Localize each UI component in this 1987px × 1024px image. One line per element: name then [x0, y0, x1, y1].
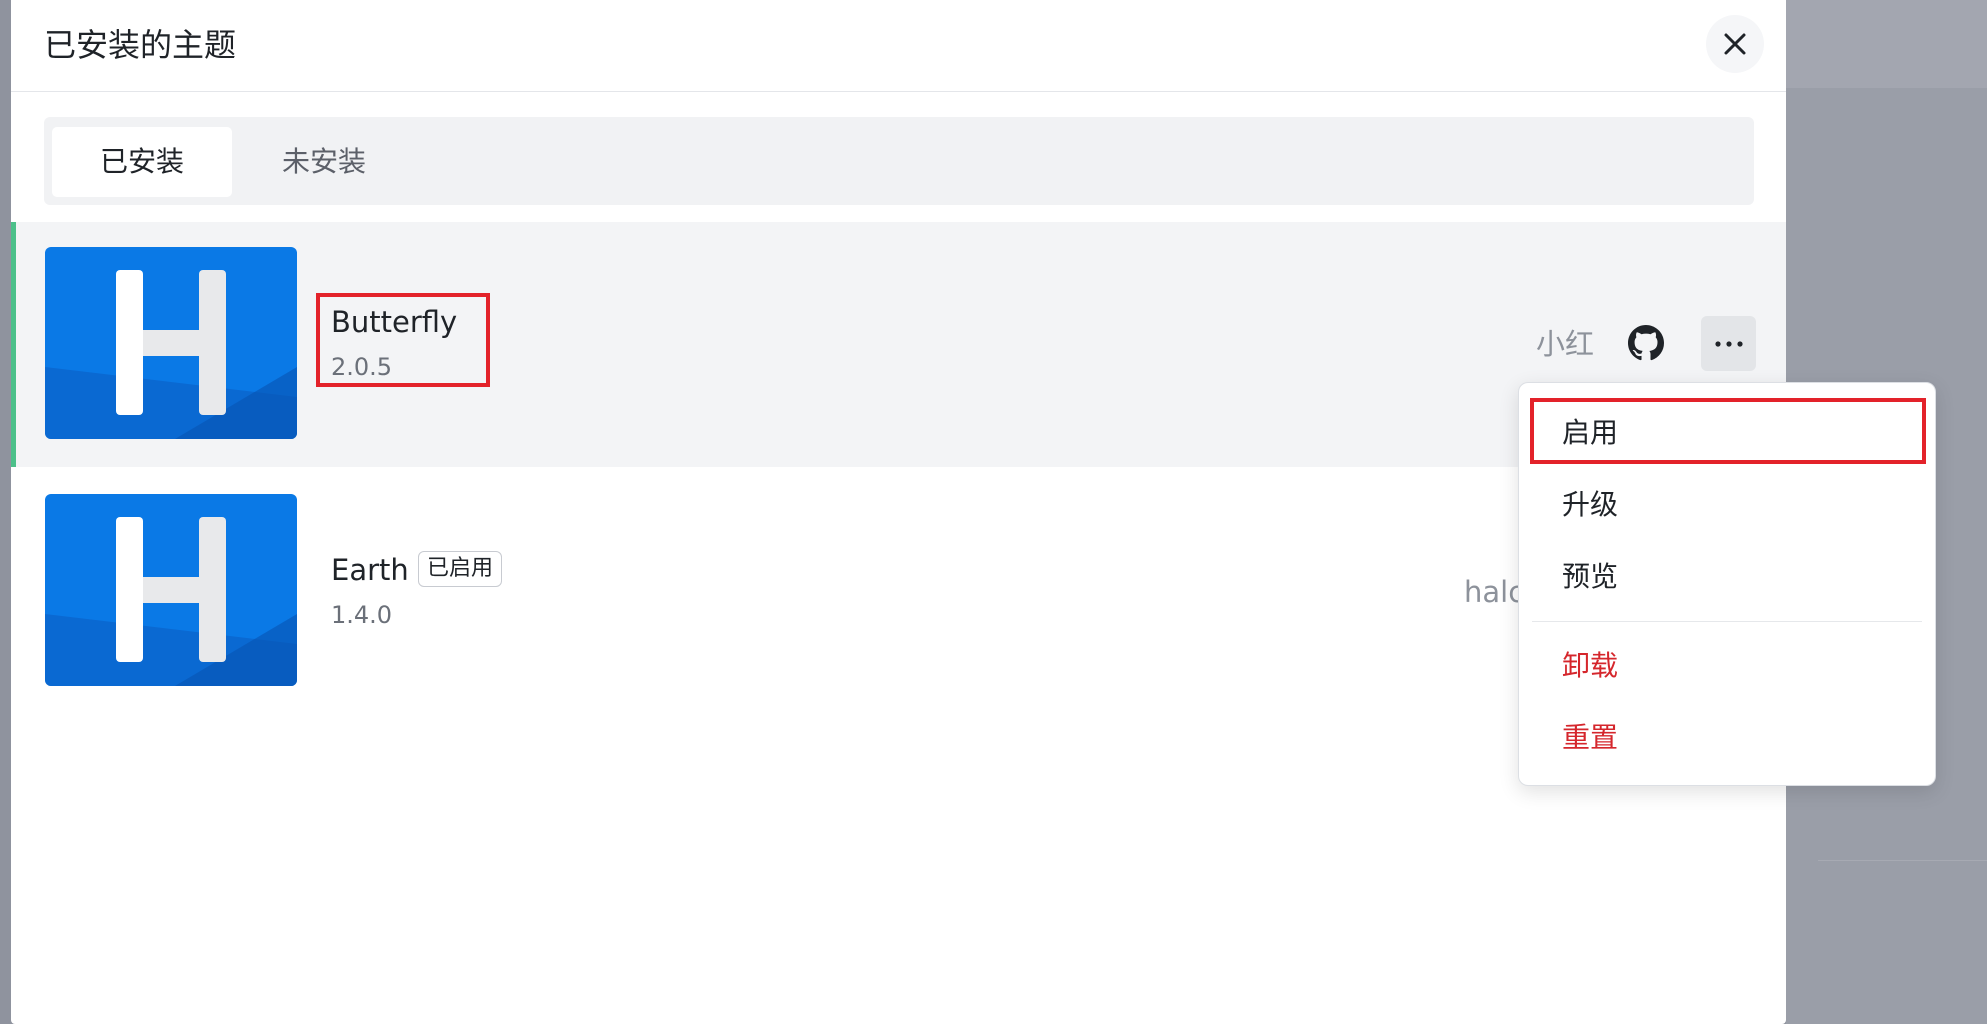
menu-item-enable[interactable]: 启用: [1519, 403, 1934, 463]
close-icon: [1724, 33, 1746, 55]
close-button[interactable]: [1706, 15, 1764, 73]
theme-author: 小红: [1536, 327, 1595, 361]
theme-name: Earth: [331, 553, 409, 587]
menu-divider: [1532, 621, 1922, 622]
github-icon[interactable]: [1628, 325, 1664, 361]
theme-version: 2.0.5: [331, 353, 393, 381]
modal-header: 已安装的主题: [11, 0, 1786, 92]
menu-item-reset[interactable]: 重置: [1519, 708, 1934, 768]
more-actions-button[interactable]: [1701, 316, 1756, 371]
menu-item-uninstall[interactable]: 卸载: [1519, 636, 1934, 696]
menu-item-upgrade[interactable]: 升级: [1519, 475, 1934, 535]
modal-title: 已安装的主题: [44, 26, 237, 64]
theme-author: halc: [1464, 575, 1525, 609]
enabled-badge: 已启用: [418, 551, 503, 587]
tab-installed[interactable]: 已安装: [52, 127, 232, 197]
theme-name: Butterfly: [331, 305, 458, 339]
background-divider: [1818, 860, 1987, 861]
tab-not-installed[interactable]: 未安装: [234, 127, 414, 197]
more-icon: [1714, 340, 1743, 347]
menu-item-preview[interactable]: 预览: [1519, 547, 1934, 607]
theme-actions-menu: 启用 升级 预览 卸载 重置: [1518, 382, 1936, 786]
theme-logo-icon: [45, 494, 297, 686]
theme-logo-icon: [45, 247, 297, 439]
background-bar: [1786, 0, 1987, 88]
theme-version: 1.4.0: [331, 601, 393, 629]
theme-tabs: 已安装 未安装: [44, 117, 1754, 205]
